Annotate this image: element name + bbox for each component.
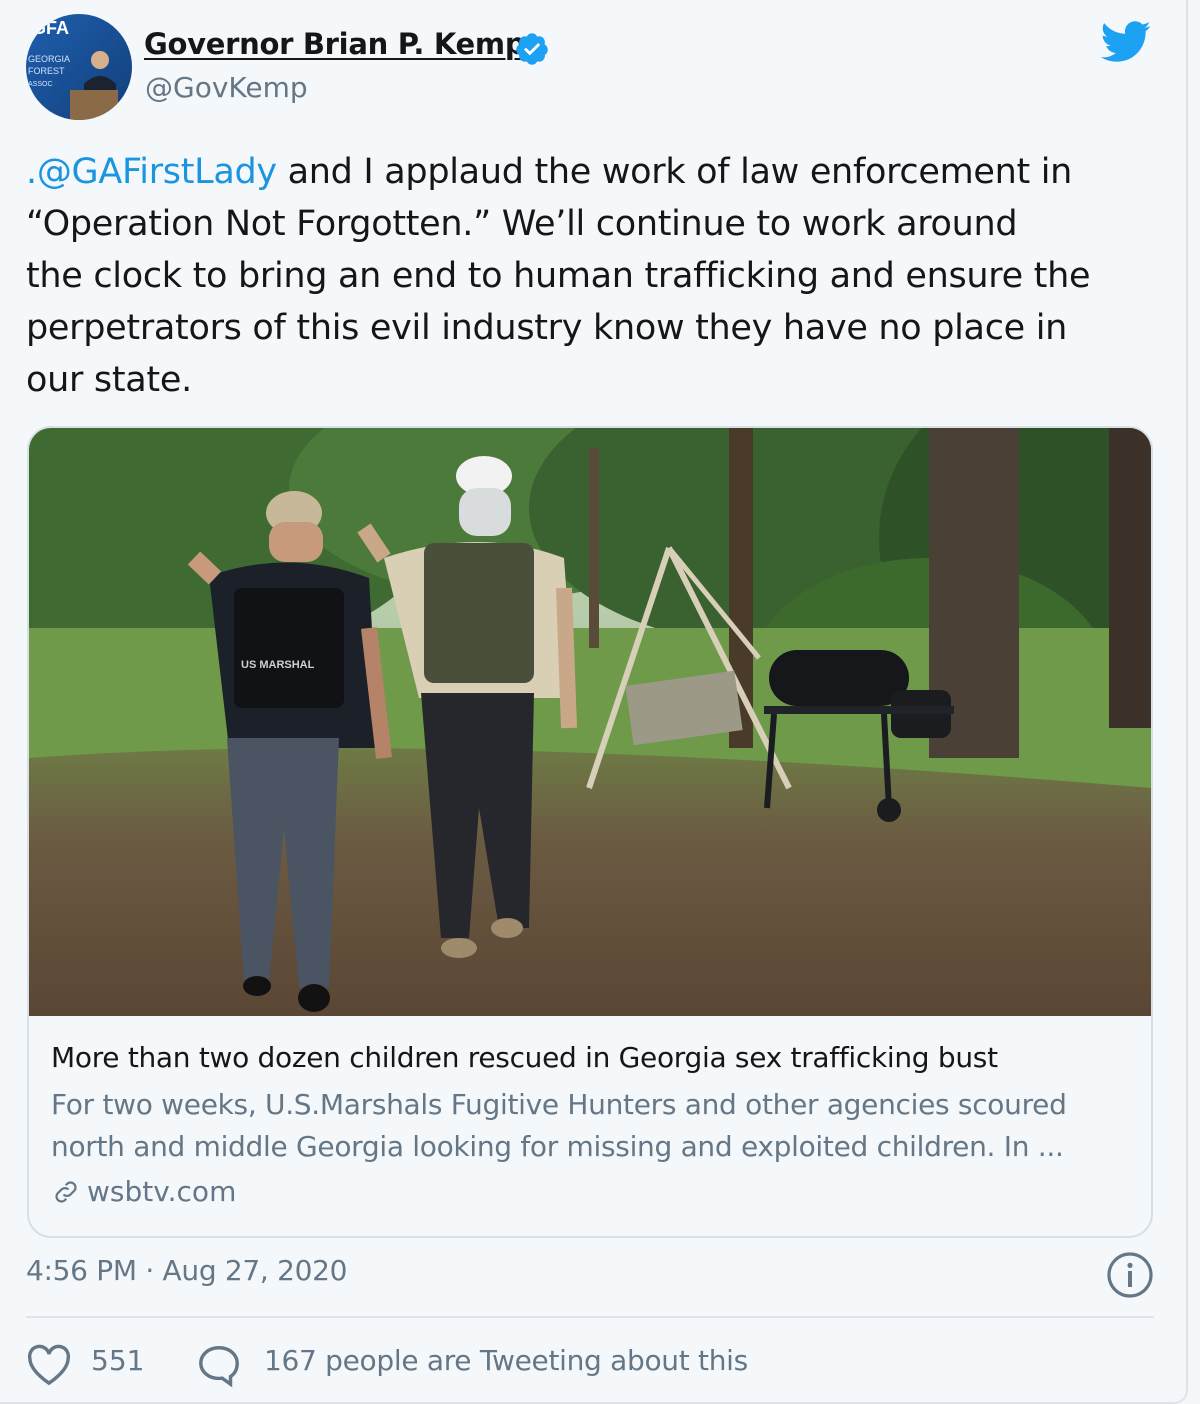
tweet-card: GFA GEORGIA FOREST ASSOC Governor Brian …	[0, 0, 1188, 1404]
link-card[interactable]: US MARSHAL More than two dozen children …	[27, 426, 1153, 1238]
card-title[interactable]: More than two dozen children rescued in …	[51, 1038, 1131, 1078]
twitter-bird-icon[interactable]	[1100, 20, 1152, 62]
svg-text:FOREST: FOREST	[28, 66, 65, 76]
link-icon	[55, 1181, 77, 1203]
avatar[interactable]: GFA GEORGIA FOREST ASSOC	[26, 14, 132, 120]
like-count[interactable]: 551	[91, 1344, 144, 1377]
tweet-text: .@GAFirstLady and I applaud the work of …	[26, 146, 1166, 406]
heart-icon[interactable]	[26, 1344, 72, 1386]
card-photo: US MARSHAL	[29, 428, 1151, 1016]
card-body: More than two dozen children rescued in …	[51, 1038, 1131, 1212]
svg-text:ASSOC: ASSOC	[28, 81, 53, 88]
card-description: For two weeks, U.S.Marshals Fugitive Hun…	[51, 1088, 1067, 1163]
card-domain[interactable]: wsbtv.com	[51, 1172, 1131, 1212]
reply-bubble-icon[interactable]	[196, 1342, 242, 1388]
svg-text:GEORGIA: GEORGIA	[28, 54, 70, 64]
card-domain-text: wsbtv.com	[87, 1175, 237, 1208]
author-handle[interactable]: @GovKemp	[145, 71, 308, 104]
divider	[26, 1316, 1154, 1318]
tweet-timestamp[interactable]: 4:56 PM · Aug 27, 2020	[26, 1254, 347, 1287]
author-name[interactable]: Governor Brian P. Kemp	[144, 27, 526, 61]
vest-label: US MARSHAL	[241, 659, 315, 671]
verified-badge-icon	[516, 33, 548, 65]
info-icon[interactable]	[1106, 1251, 1154, 1299]
mention-link[interactable]: .@GAFirstLady	[26, 152, 277, 192]
svg-text:GFA: GFA	[32, 18, 69, 38]
tweeting-about-link[interactable]: 167 people are Tweeting about this	[264, 1344, 748, 1377]
